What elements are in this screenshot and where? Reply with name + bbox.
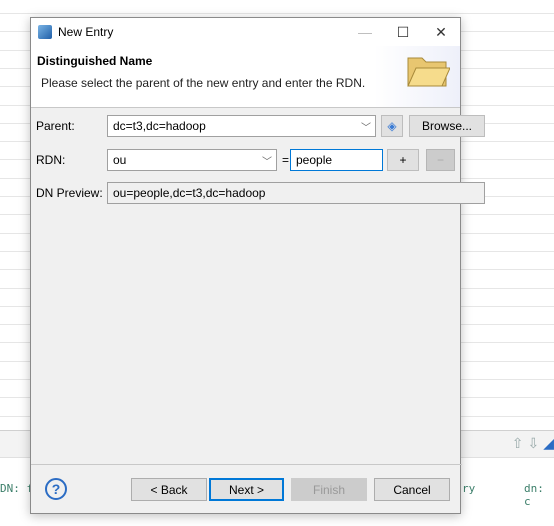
dn-preview-label: DN Preview: [36, 186, 103, 200]
rdn-label: RDN: [36, 153, 66, 167]
background-text: ry [462, 482, 476, 495]
rdn-value-input[interactable]: people [290, 149, 383, 171]
parent-row: Parent: dc=t3,dc=hadoop ﹀ ◈ Browse... [31, 115, 485, 137]
background-row-line [0, 13, 554, 14]
rdn-type-combo[interactable]: ou ﹀ [107, 149, 277, 171]
browse-button[interactable]: Browse... [409, 115, 485, 137]
page-title: Distinguished Name [37, 54, 153, 68]
new-entry-dialog: New Entry — ☐ ✕ Distinguished Name Pleas… [30, 17, 485, 514]
separator [31, 464, 462, 465]
back-button[interactable]: < Back [131, 478, 207, 501]
wizard-header: Distinguished Name Please select the par… [31, 46, 460, 108]
minimize-button[interactable]: — [346, 18, 384, 46]
dn-preview-field: ou=people,dc=t3,dc=hadoop [107, 182, 485, 204]
rdn-row: RDN: ou ﹀ = people + − [31, 149, 462, 171]
next-button[interactable]: Next > [209, 478, 284, 501]
parent-combo[interactable]: dc=t3,dc=hadoop ﹀ [107, 115, 376, 137]
maximize-button[interactable]: ☐ [384, 18, 422, 46]
background-toolbar-icons: ⇧ ⇩ ◢ [512, 435, 554, 452]
dn-preview-row: DN Preview: ou=people,dc=t3,dc=hadoop [31, 182, 485, 204]
close-button[interactable]: ✕ [422, 18, 460, 46]
rdn-type-value: ou [113, 153, 127, 167]
add-rdn-button[interactable]: + [387, 149, 419, 171]
chevron-down-icon: ﹀ [361, 123, 371, 134]
arrow-up-icon[interactable]: ⇧ [512, 435, 524, 452]
entry-history-icon: ◈ [387, 119, 397, 133]
finish-button[interactable]: Finish [291, 478, 367, 501]
background-text: dn: c [524, 482, 544, 508]
parent-value: dc=t3,dc=hadoop [113, 119, 206, 133]
export-icon[interactable]: ◢ [543, 435, 554, 452]
title-bar: New Entry — ☐ ✕ [31, 18, 460, 46]
parent-history-button[interactable]: ◈ [381, 115, 403, 137]
cancel-button[interactable]: Cancel [374, 478, 450, 501]
parent-label: Parent: [36, 119, 75, 133]
chevron-down-icon: ﹀ [262, 157, 272, 168]
folder-icon [407, 57, 450, 87]
dialog-title: New Entry [58, 25, 114, 39]
equals-sign: = [282, 153, 290, 167]
help-button[interactable]: ? [45, 478, 67, 500]
arrow-down-icon[interactable]: ⇩ [527, 435, 539, 452]
app-icon [38, 25, 52, 39]
page-description: Please select the parent of the new entr… [41, 76, 366, 90]
remove-rdn-button[interactable]: − [426, 149, 455, 171]
